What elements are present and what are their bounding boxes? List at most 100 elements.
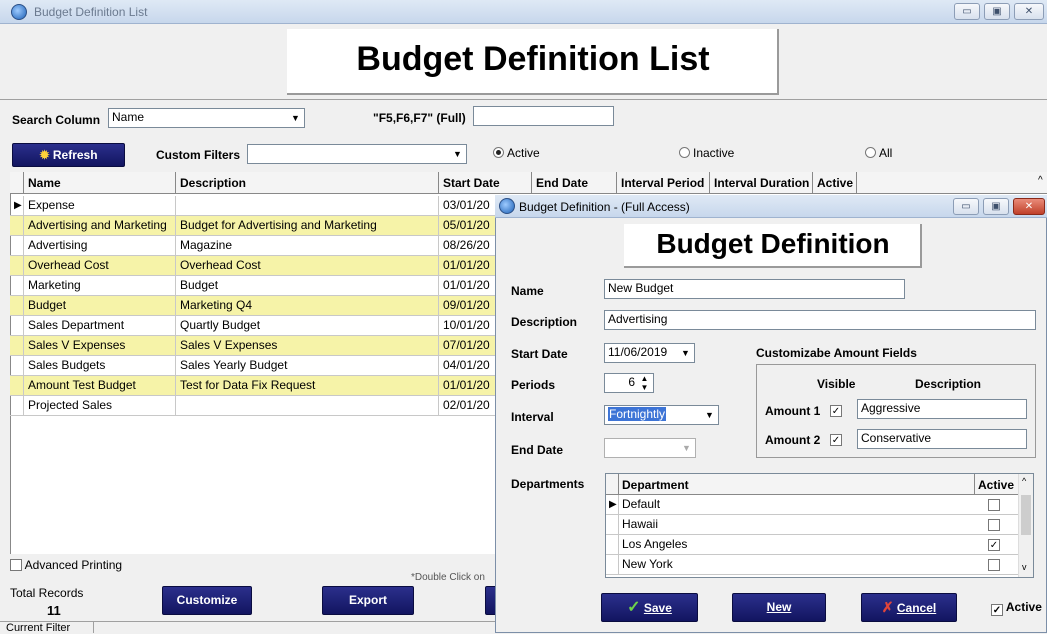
cell-name: Sales V Expenses (24, 336, 176, 356)
interval-select[interactable]: Fortnightly ▼ (604, 405, 719, 425)
customize-button[interactable]: Customize (162, 586, 252, 615)
advanced-printing-checkbox[interactable]: Advanced Printing (10, 558, 122, 572)
departments-scrollbar[interactable]: ^ v (1018, 474, 1033, 577)
row-selector-header (10, 172, 24, 194)
column-header-department[interactable]: Department (622, 478, 689, 492)
department-row[interactable]: ▶ Default (606, 495, 1018, 515)
minimize-icon[interactable]: ▭ (953, 198, 979, 215)
scroll-up-icon[interactable]: ^ (1038, 175, 1043, 186)
dialog-heading: Budget Definition (656, 228, 890, 259)
scroll-down-icon[interactable]: v (1022, 562, 1027, 572)
refresh-button[interactable]: ✹ Refresh (12, 143, 125, 167)
department-name: Hawaii (622, 517, 659, 531)
close-icon[interactable]: ✕ (1014, 3, 1044, 20)
page-title: Budget Definition List (356, 40, 710, 78)
departments-header: Department Active (606, 474, 1018, 495)
radio-active[interactable]: Active (493, 146, 540, 160)
divider (93, 622, 94, 633)
amount2-description-field[interactable]: Conservative (857, 429, 1027, 449)
column-header-active[interactable]: Active (978, 478, 1014, 492)
department-active-checkbox[interactable] (988, 519, 1000, 531)
column-header-end-date[interactable]: End Date (532, 172, 617, 194)
cell-description: Sales V Expenses (176, 336, 439, 356)
app-icon (499, 198, 515, 214)
row-selector (10, 276, 24, 296)
department-row[interactable]: Los Angeles ✓ (606, 535, 1018, 555)
radio-icon (679, 147, 690, 158)
cell-name: Sales Department (24, 316, 176, 336)
scrollbar-thumb[interactable] (1021, 495, 1031, 535)
advanced-printing-label: Advanced Printing (24, 558, 123, 572)
interval-value: Fortnightly (608, 407, 667, 421)
departments-label: Departments (511, 477, 585, 491)
chevron-down-icon[interactable]: ▼ (701, 406, 718, 424)
department-active-checkbox[interactable] (988, 499, 1000, 511)
amount1-label: Amount 1 (765, 404, 821, 418)
export-button[interactable]: Export (322, 586, 414, 615)
scroll-up-icon[interactable]: ^ (1022, 476, 1026, 486)
cancel-button[interactable]: ✗ Cancel (861, 593, 957, 622)
periods-stepper[interactable]: 6 ▲ ▼ (604, 373, 654, 393)
amount2-visible-checkbox[interactable]: ✓ (830, 434, 842, 446)
description-field[interactable]: Advertising (604, 310, 1036, 330)
department-row[interactable]: New York (606, 555, 1018, 575)
minimize-icon[interactable]: ▭ (954, 3, 980, 20)
column-header-name[interactable]: Name (24, 172, 176, 194)
amount1-visible-checkbox[interactable]: ✓ (830, 405, 842, 417)
row-selector (10, 316, 24, 336)
refresh-icon: ✹ (39, 148, 50, 162)
department-name: Default (622, 497, 661, 511)
row-selector (10, 216, 24, 236)
active-checkbox[interactable]: ✓ Active (991, 600, 1042, 616)
cell-name: Advertising (24, 236, 176, 256)
chevron-down-icon[interactable]: ▼ (449, 145, 466, 163)
active-label: Active (1005, 600, 1042, 614)
cell-name: Advertising and Marketing (24, 216, 176, 236)
department-active-checkbox[interactable]: ✓ (988, 539, 1000, 551)
maximize-icon[interactable]: ▣ (983, 198, 1009, 215)
amount1-description-field[interactable]: Aggressive (857, 399, 1027, 419)
row-selector (10, 256, 24, 276)
cell-description: Overhead Cost (176, 256, 439, 276)
departments-grid: Department Active ▶ Default Hawaii Los A… (605, 473, 1034, 578)
stepper-arrows-icon[interactable]: ▲ ▼ (636, 374, 653, 392)
name-field[interactable]: New Budget (604, 279, 905, 299)
cell-description: Budget for Advertising and Marketing (176, 216, 439, 236)
cell-name: Overhead Cost (24, 256, 176, 276)
custom-filters-label: Custom Filters (156, 148, 241, 162)
refresh-label: Refresh (52, 148, 98, 162)
dialog-title: Budget Definition - (Full Access) (519, 200, 690, 214)
custom-filters-select[interactable]: ▼ (247, 144, 467, 164)
start-date-field[interactable]: 11/06/2019 ▼ (604, 343, 695, 363)
chevron-down-icon[interactable]: ▼ (287, 109, 304, 127)
double-click-hint: *Double Click on (411, 572, 485, 583)
department-active-checkbox[interactable] (988, 559, 1000, 571)
cell-description: Marketing Q4 (176, 296, 439, 316)
close-icon[interactable]: ✕ (1013, 198, 1045, 215)
chevron-down-icon[interactable]: ▼ (677, 344, 694, 362)
column-header-interval-period[interactable]: Interval Period (617, 172, 710, 194)
description-header: Description (915, 377, 982, 391)
radio-active-label: Active (507, 146, 540, 160)
column-header-start-date[interactable]: Start Date (439, 172, 532, 194)
main-title-bar: Budget Definition List ▭ ▣ ✕ (0, 0, 1047, 24)
cell-description (176, 196, 439, 216)
column-header-active[interactable]: Active (813, 172, 857, 194)
chevron-down-icon[interactable]: ▼ (678, 439, 695, 457)
column-header-description[interactable]: Description (176, 172, 439, 194)
radio-all[interactable]: All (865, 146, 892, 160)
search-hint: "F5,F6,F7" (Full) (373, 111, 466, 125)
new-button[interactable]: New (732, 593, 826, 622)
end-date-field[interactable]: ▼ (604, 438, 696, 458)
visible-header: Visible (817, 377, 856, 391)
maximize-icon[interactable]: ▣ (984, 3, 1010, 20)
amount2-label: Amount 2 (765, 433, 821, 447)
cell-name: Projected Sales (24, 396, 176, 416)
column-header-interval-duration[interactable]: Interval Duration (710, 172, 813, 194)
search-column-select[interactable]: Name ▼ (108, 108, 305, 128)
search-input[interactable] (473, 106, 614, 126)
department-row[interactable]: Hawaii (606, 515, 1018, 535)
radio-inactive[interactable]: Inactive (679, 146, 734, 160)
save-button[interactable]: ✓ Save (601, 593, 698, 622)
row-selector (606, 515, 619, 535)
